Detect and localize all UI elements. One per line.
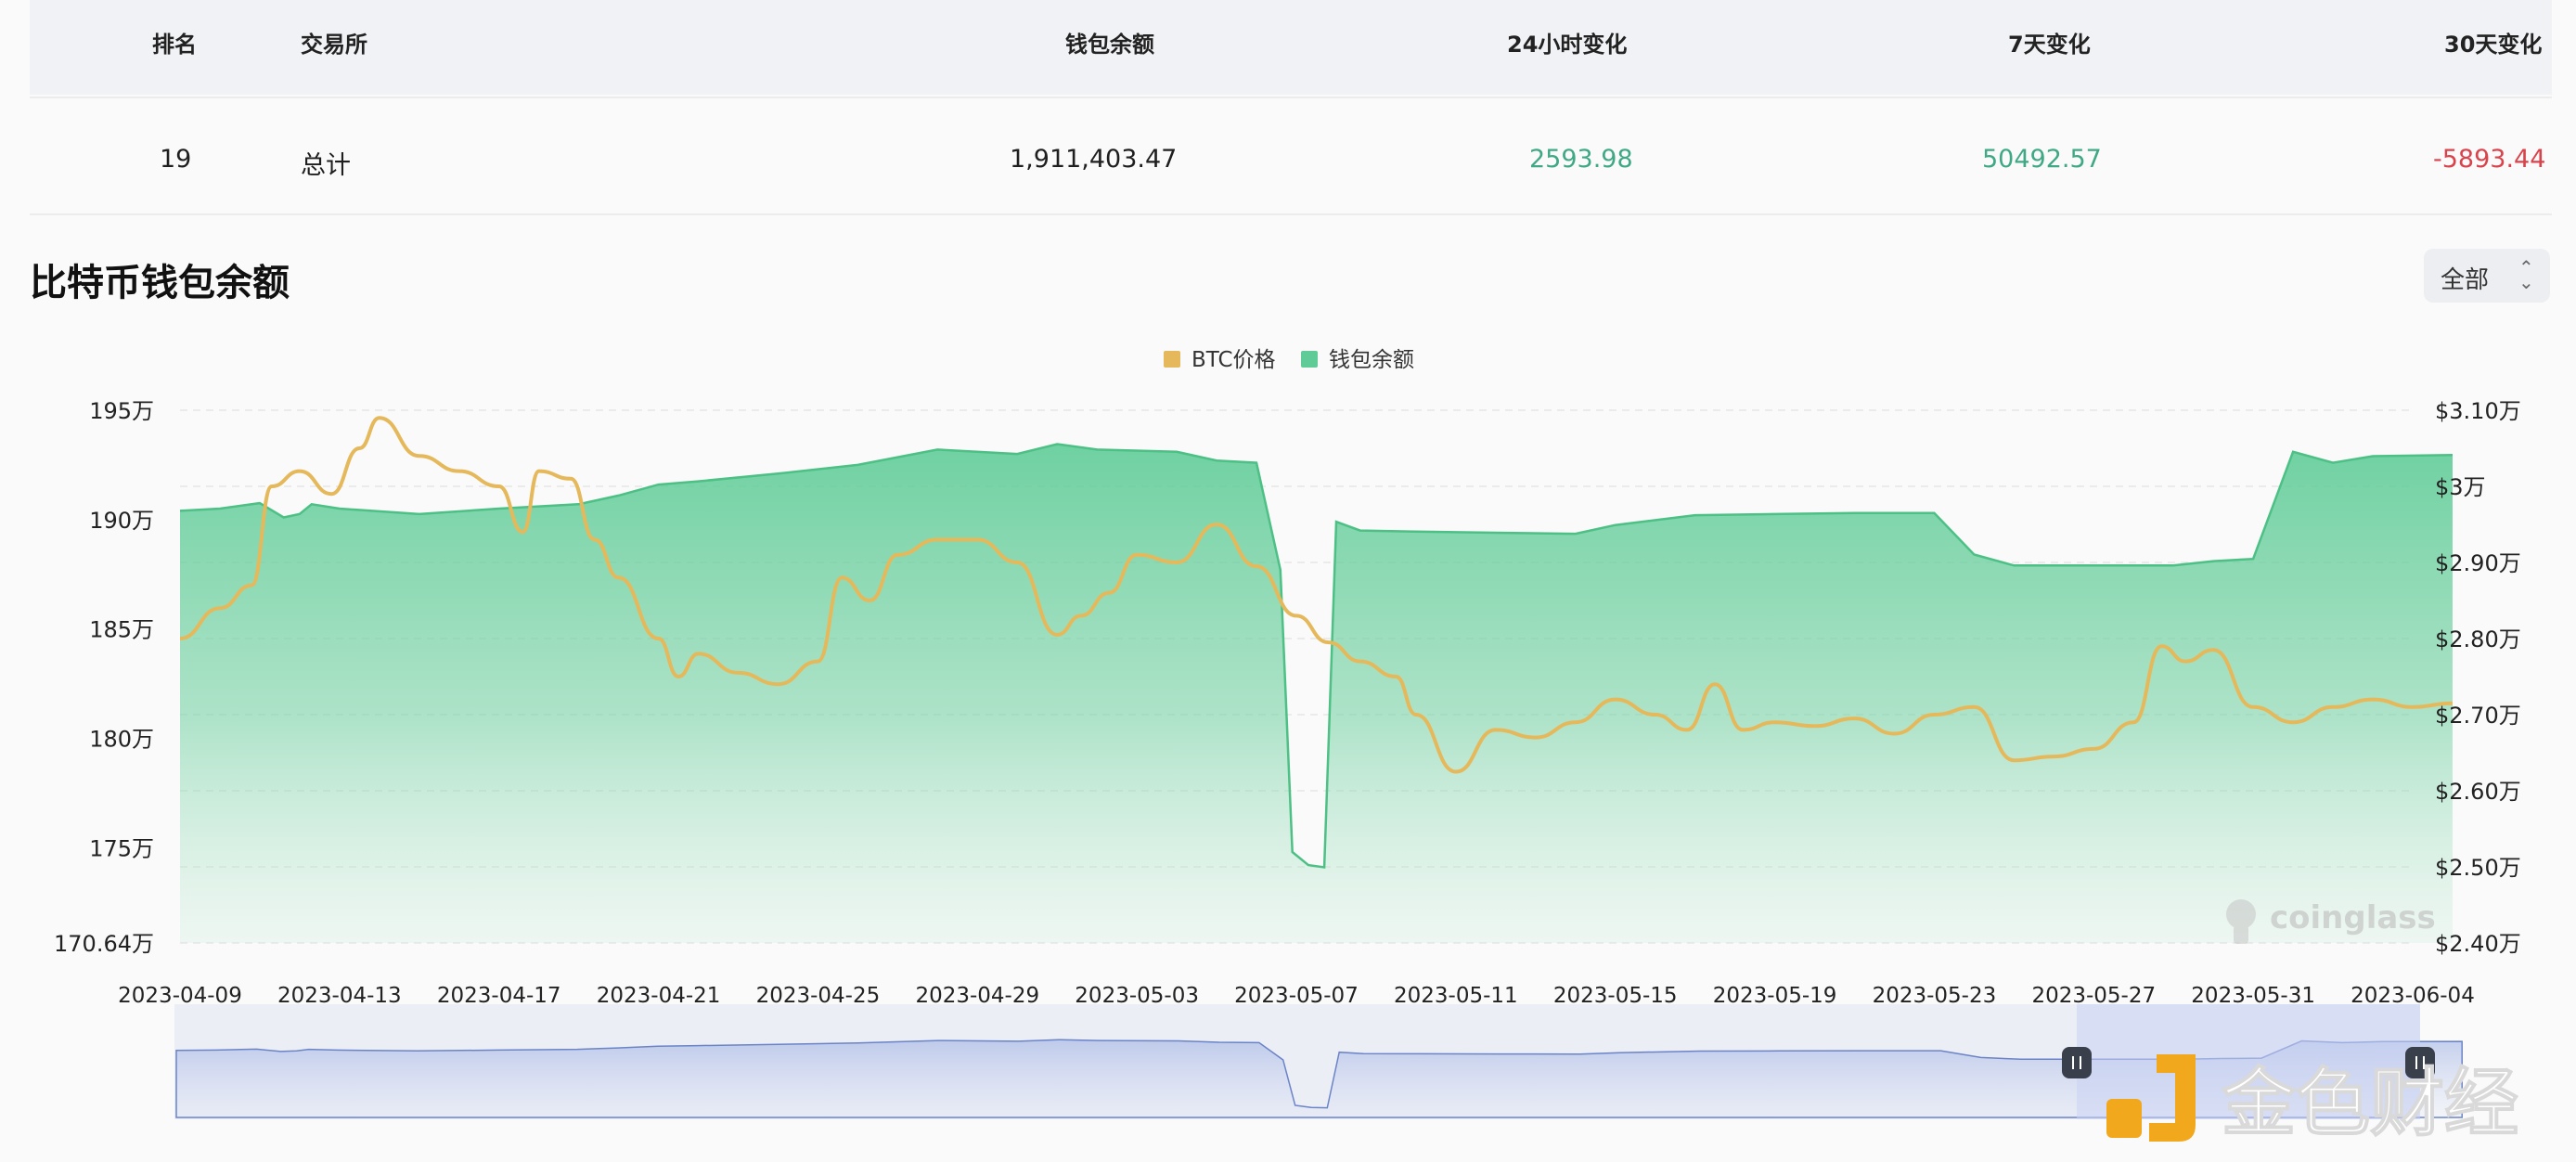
logo-icon bbox=[2106, 1054, 2196, 1142]
navigator-left-handle[interactable] bbox=[2062, 1047, 2092, 1078]
logo-text: 金色财经 bbox=[2221, 1060, 2518, 1146]
navigator-overlay bbox=[175, 1004, 2463, 1119]
site-logo: 金色财经 bbox=[2103, 1049, 2567, 1155]
